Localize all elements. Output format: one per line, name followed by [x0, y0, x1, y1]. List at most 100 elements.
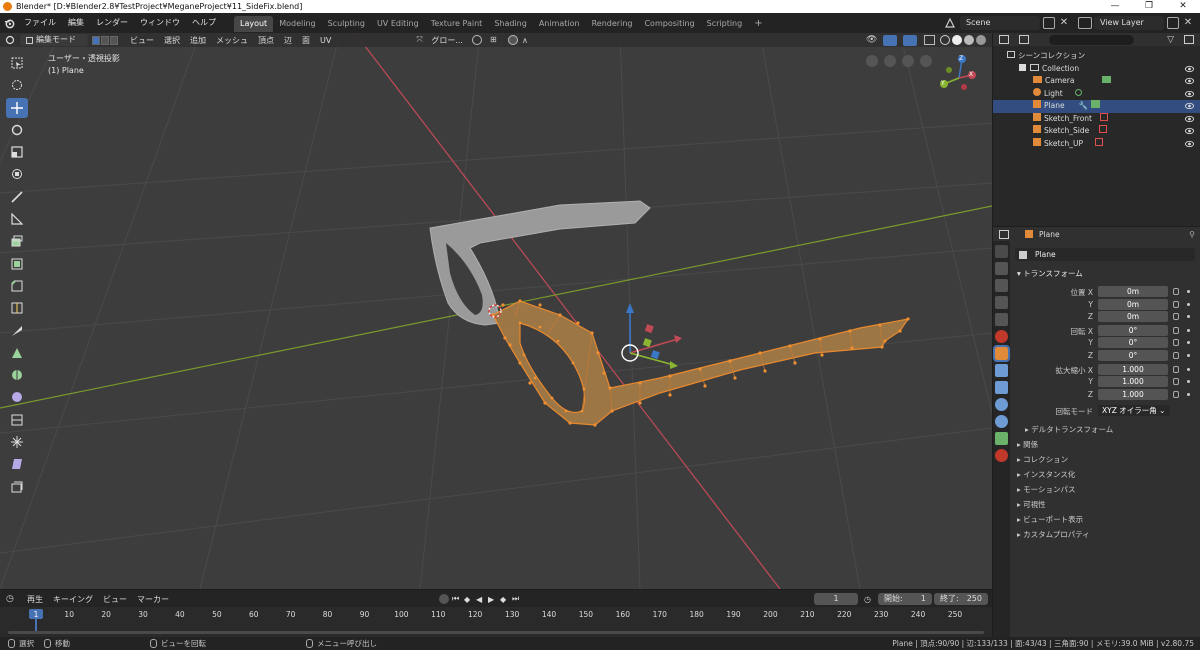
keyframe-dot-icon[interactable] [1187, 354, 1190, 357]
proportional-edit-icon[interactable] [507, 35, 518, 45]
edge-select-button[interactable] [101, 35, 109, 45]
lock-icon[interactable] [1173, 313, 1179, 320]
scale-tool[interactable] [6, 142, 28, 162]
menu-render[interactable]: レンダー [90, 13, 134, 33]
outliner-row-camera[interactable]: Camera [993, 75, 1200, 88]
keyframe-dot-icon[interactable] [1187, 380, 1190, 383]
material-tab-icon[interactable] [995, 449, 1008, 462]
eye-icon[interactable] [1185, 65, 1194, 73]
panel-custom-properties[interactable]: ▸ カスタムプロパティ [1017, 529, 1090, 540]
delete-view-layer-icon[interactable]: ✕ [1182, 17, 1194, 29]
panel-collections[interactable]: ▸ コレクション [1017, 454, 1068, 465]
render-tab-icon[interactable] [995, 262, 1008, 275]
view-layer-tab-icon[interactable] [995, 296, 1008, 309]
shear-tool[interactable] [6, 454, 28, 474]
panel-instancing[interactable]: ▸ インスタンス化 [1017, 469, 1075, 480]
editor-type-icon[interactable] [0, 34, 20, 46]
delete-scene-icon[interactable]: ✕ [1058, 17, 1070, 29]
scale-y-field[interactable]: 1.000 [1098, 376, 1168, 387]
rotation-mode-select[interactable]: XYZ オイラー角 ⌄ [1098, 405, 1170, 416]
keyframe-dot-icon[interactable] [1187, 303, 1190, 306]
menu-edge[interactable]: 辺 [279, 35, 297, 46]
falloff-icon[interactable]: ∧ [522, 36, 534, 45]
menu-help[interactable]: ヘルプ [186, 13, 222, 33]
location-x-field[interactable]: 0m [1098, 286, 1168, 297]
outliner-row-sketch-up[interactable]: Sketch_UP [993, 137, 1200, 151]
lock-icon[interactable] [1173, 391, 1179, 398]
tab-rendering[interactable]: Rendering [586, 16, 639, 32]
overlay-toggle-icon[interactable] [903, 34, 917, 46]
shading-material-icon[interactable] [964, 35, 974, 45]
outliner-row-plane[interactable]: Plane 🔧 [993, 100, 1200, 113]
menu-uv[interactable]: UV [315, 36, 336, 45]
object-name-field[interactable]: Plane [1015, 248, 1195, 261]
tab-sculpting[interactable]: Sculpting [322, 16, 371, 32]
eye-icon[interactable] [1185, 102, 1194, 110]
panel-viewport-display[interactable]: ▸ ビューポート表示 [1017, 514, 1083, 525]
mode-selector[interactable]: 編集モード [20, 34, 88, 46]
keyframe-dot-icon[interactable] [1187, 368, 1190, 371]
scene-selector[interactable]: Scene [960, 16, 1040, 30]
tab-texture-paint[interactable]: Texture Paint [425, 16, 489, 32]
rotation-y-field[interactable]: 0° [1098, 337, 1168, 348]
new-scene-icon[interactable] [1043, 17, 1055, 29]
keyframe-dot-icon[interactable] [1187, 393, 1190, 396]
bevel-tool[interactable] [6, 276, 28, 296]
grid-view-icon[interactable] [884, 55, 896, 67]
keyframe-dot-icon[interactable] [1187, 341, 1190, 344]
visibility-icon[interactable]: 👁 [866, 35, 880, 45]
rip-region-tool[interactable] [6, 477, 28, 497]
properties-editor-icon[interactable] [999, 229, 1009, 239]
eye-icon[interactable] [1185, 90, 1194, 98]
pivot-icon[interactable] [471, 35, 482, 45]
cursor-tool[interactable] [6, 75, 28, 95]
timeline-scrollbar[interactable] [8, 631, 984, 634]
lock-icon[interactable] [1173, 301, 1179, 308]
view-layer-selector[interactable]: View Layer [1094, 16, 1164, 30]
scale-x-field[interactable]: 1.000 [1098, 364, 1168, 375]
menu-mesh[interactable]: メッシュ [211, 35, 253, 46]
physics-tab-icon[interactable] [995, 398, 1008, 411]
rotation-x-field[interactable]: 0° [1098, 325, 1168, 336]
pan-hand-icon[interactable] [902, 55, 914, 67]
outliner-row-light[interactable]: Light [993, 87, 1200, 101]
constraints-tab-icon[interactable] [995, 415, 1008, 428]
rotate-tool[interactable] [6, 120, 28, 140]
select-box-tool[interactable] [6, 53, 28, 73]
navigation-gizmo[interactable]: Z X Y [866, 53, 981, 108]
outliner-row-scene-collection[interactable]: シーンコレクション [993, 50, 1200, 63]
minimize-button[interactable]: — [1098, 0, 1132, 13]
new-view-layer-icon[interactable] [1167, 17, 1179, 29]
shrink-fatten-tool[interactable] [6, 432, 28, 452]
tab-modeling[interactable]: Modeling [273, 16, 321, 32]
camera-view-icon[interactable] [866, 55, 878, 67]
filter-icon[interactable]: ▽ [1167, 35, 1174, 45]
eye-icon[interactable] [1185, 140, 1194, 148]
gizmo-toggle-icon[interactable] [883, 34, 897, 46]
annotate-tool[interactable] [6, 187, 28, 207]
spin-tool[interactable] [6, 365, 28, 385]
close-button[interactable]: ✕ [1166, 0, 1200, 13]
panel-visibility[interactable]: ▸ 可視性 [1017, 499, 1046, 510]
face-select-button[interactable] [110, 35, 118, 45]
panel-relations[interactable]: ▸ 関係 [1017, 439, 1038, 450]
tool-tab-icon[interactable] [995, 245, 1008, 258]
object-tab-icon[interactable] [993, 345, 1010, 362]
particles-tab-icon[interactable] [995, 381, 1008, 394]
timeline-ruler[interactable]: 1 10 20 30 40 50 60 70 80 90 100 110 120 130 140 150 160… [0, 607, 992, 637]
delta-transform-header[interactable]: ▸ デルタトランスフォーム [1025, 424, 1113, 435]
menu-add[interactable]: 追加 [185, 35, 211, 46]
scene-tab-icon[interactable] [995, 313, 1008, 326]
eye-icon[interactable] [1185, 127, 1194, 135]
outliner-row-sketch-side[interactable]: Sketch_Side [993, 125, 1200, 138]
move-tool[interactable] [6, 97, 28, 118]
menu-vertex[interactable]: 頂点 [253, 35, 279, 46]
menu-select[interactable]: 選択 [159, 35, 185, 46]
tab-shading[interactable]: Shading [488, 16, 533, 32]
keyframe-dot-icon[interactable] [1187, 290, 1190, 293]
menu-file[interactable]: ファイル [18, 13, 62, 33]
tab-layout[interactable]: Layout [234, 16, 274, 32]
loop-cut-tool[interactable] [6, 298, 28, 318]
lock-icon[interactable] [1173, 288, 1179, 295]
location-z-field[interactable]: 0m [1098, 311, 1168, 322]
